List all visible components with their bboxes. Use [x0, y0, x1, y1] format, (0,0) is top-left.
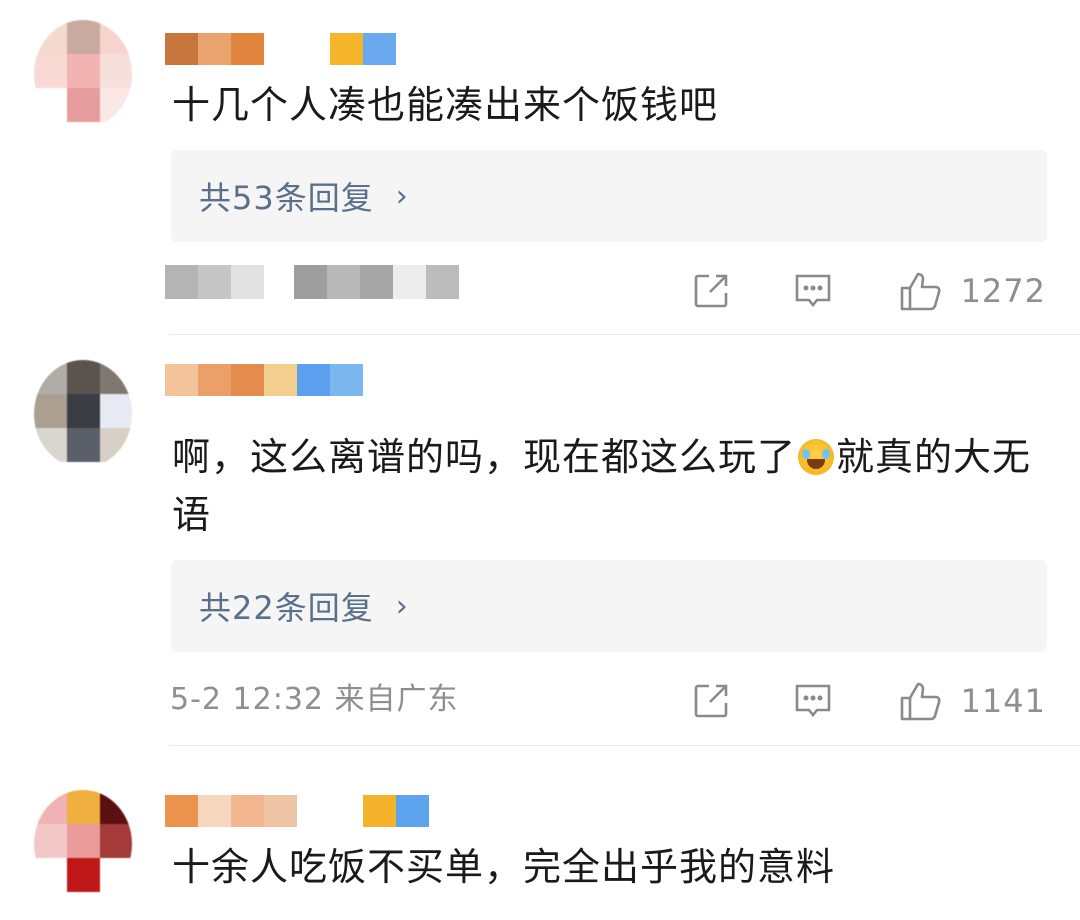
avatar-pixel [100, 20, 132, 54]
username-pixel [297, 795, 330, 827]
comment-icon[interactable] [791, 679, 835, 723]
avatar-pixel [100, 790, 132, 824]
comment-text-part: 啊，这么离谱的吗，现在都这么玩了 [172, 435, 797, 479]
username-blurred[interactable] [165, 364, 363, 396]
username-pixel [363, 33, 396, 65]
laughing-crying-emoji-icon [798, 439, 835, 475]
avatar-pixel [100, 858, 132, 892]
username-pixel [297, 364, 330, 396]
avatar-pixel [100, 360, 132, 394]
avatar-pixel [34, 790, 67, 824]
avatar-pixel [100, 88, 132, 122]
replies-count-label: 共53条回复 [199, 179, 374, 217]
username-pixel [198, 364, 231, 396]
avatar-pixel [34, 360, 67, 394]
comment-icon[interactable] [791, 269, 835, 313]
avatar-pixel [100, 54, 132, 88]
like-count: 1272 [960, 272, 1046, 310]
username-pixel [198, 795, 231, 827]
avatar-pixel [67, 824, 100, 858]
username-pixel [363, 795, 396, 827]
username-pixel [231, 795, 264, 827]
comment-text: 十几个人凑也能凑出来个饭钱吧 [172, 83, 719, 127]
comment-text: 十余人吃饭不买单，完全出乎我的意料 [172, 845, 836, 889]
avatar-pixel [34, 20, 67, 54]
avatar-pixel [100, 824, 132, 858]
divider [170, 334, 1080, 335]
avatar-pixel [67, 858, 100, 892]
comment-text: 啊，这么离谱的吗，现在都这么玩了 就真的大无语 [172, 428, 1052, 544]
username-pixel [330, 364, 363, 396]
avatar-pixel [34, 394, 67, 428]
username-pixel [264, 33, 297, 65]
avatar-pixel [67, 394, 100, 428]
avatar-pixel [34, 824, 67, 858]
avatar[interactable] [34, 20, 132, 128]
username-pixel [297, 33, 330, 65]
avatar-pixel [67, 428, 100, 462]
share-icon[interactable] [689, 269, 733, 313]
comment-meta-blurred [165, 265, 459, 299]
username-pixel [231, 33, 264, 65]
replies-count-label: 共22条回复 [199, 589, 374, 627]
username-pixel [198, 33, 231, 65]
avatar-pixel [67, 54, 100, 88]
comment-meta: 5-2 12:32 来自广东 [170, 682, 459, 717]
avatar-pixel [34, 54, 67, 88]
replies-link[interactable]: 共53条回复 › [171, 150, 1047, 242]
username-pixel [330, 33, 363, 65]
username-pixel [264, 364, 297, 396]
avatar-pixel [100, 428, 132, 462]
like-count: 1141 [960, 682, 1046, 720]
username-pixel [165, 795, 198, 827]
avatar-pixel [67, 20, 100, 54]
avatar-pixel [34, 88, 67, 122]
share-icon[interactable] [689, 679, 733, 723]
username-pixel [165, 364, 198, 396]
avatar-pixel [34, 858, 67, 892]
username-blurred[interactable] [165, 795, 429, 827]
avatar-pixel [67, 360, 100, 394]
divider [170, 745, 1080, 746]
comment-actions: 1272 [689, 266, 1046, 316]
replies-link[interactable]: 共22条回复 › [171, 560, 1047, 652]
username-pixel [264, 795, 297, 827]
like-icon[interactable] [899, 679, 943, 723]
username-pixel [330, 795, 363, 827]
comment-actions: 1141 [689, 676, 1046, 726]
avatar-pixel [100, 394, 132, 428]
avatar[interactable] [34, 360, 132, 468]
like-icon[interactable] [899, 269, 943, 313]
avatar-pixel [67, 790, 100, 824]
avatar[interactable] [34, 790, 132, 898]
avatar-pixel [34, 428, 67, 462]
chevron-right-icon: › [395, 588, 408, 624]
avatar-pixel [67, 88, 100, 122]
chevron-right-icon: › [395, 178, 408, 214]
username-pixel [231, 364, 264, 396]
username-pixel [165, 33, 198, 65]
username-pixel [396, 795, 429, 827]
username-blurred[interactable] [165, 33, 396, 65]
